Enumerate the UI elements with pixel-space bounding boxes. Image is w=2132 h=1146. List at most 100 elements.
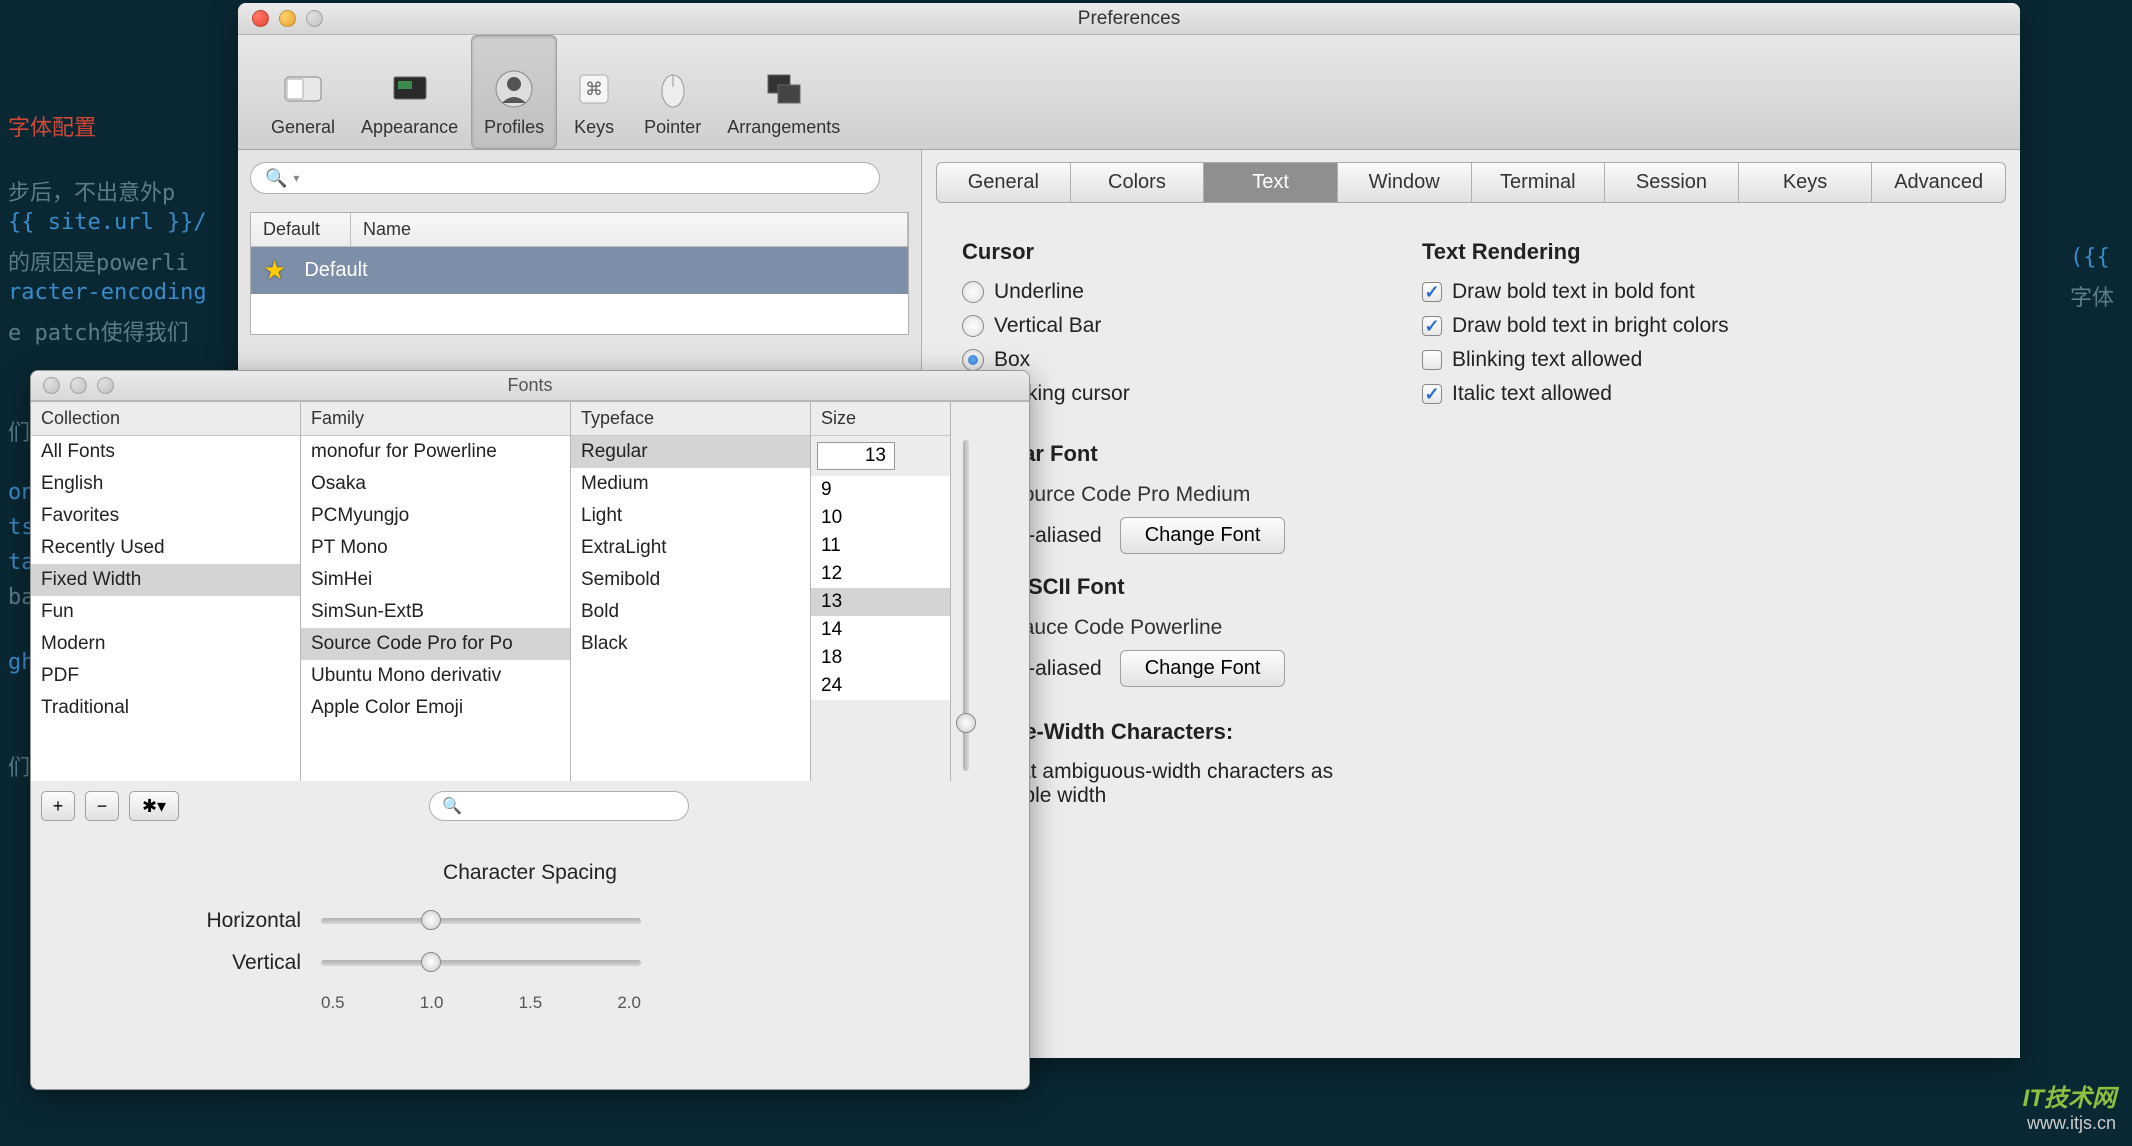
change-regular-font-button[interactable]: Change Font bbox=[1120, 517, 1286, 554]
list-item[interactable]: Traditional bbox=[31, 692, 300, 724]
display-icon bbox=[386, 65, 434, 113]
typeface-column: Typeface RegularMediumLightExtraLightSem… bbox=[571, 402, 811, 781]
list-item[interactable]: English bbox=[31, 468, 300, 500]
list-item[interactable]: Medium bbox=[571, 468, 810, 500]
titlebar[interactable]: Preferences bbox=[238, 3, 2020, 35]
list-item[interactable]: 13 bbox=[811, 588, 950, 616]
size-slider[interactable] bbox=[963, 440, 969, 771]
toolbar-pointer[interactable]: Pointer bbox=[631, 35, 714, 149]
close-icon[interactable] bbox=[252, 10, 269, 27]
bold-font[interactable]: Draw bold text in bold font bbox=[1422, 280, 1729, 304]
list-item[interactable]: All Fonts bbox=[31, 436, 300, 468]
list-item[interactable]: Apple Color Emoji bbox=[301, 692, 570, 724]
cursor-underline[interactable]: Underline bbox=[962, 280, 1362, 304]
list-item[interactable]: Favorites bbox=[31, 500, 300, 532]
list-item[interactable]: Ubuntu Mono derivativ bbox=[301, 660, 570, 692]
list-item[interactable]: PCMyungjo bbox=[301, 500, 570, 532]
list-item[interactable]: SimHei bbox=[301, 564, 570, 596]
size-slider-column bbox=[951, 402, 981, 781]
tick: 1.0 bbox=[420, 993, 444, 1013]
toolbar-appearance[interactable]: Appearance bbox=[348, 35, 471, 149]
list-item[interactable]: PT Mono bbox=[301, 532, 570, 564]
size-list[interactable]: 910111213141824 bbox=[811, 476, 950, 700]
tick: 2.0 bbox=[617, 993, 641, 1013]
cursor-vertical-bar[interactable]: Vertical Bar bbox=[962, 314, 1362, 338]
list-item[interactable]: PDF bbox=[31, 660, 300, 692]
fonts-titlebar[interactable]: Fonts bbox=[31, 371, 1029, 401]
list-item[interactable]: Light bbox=[571, 500, 810, 532]
chevron-down-icon: ▾ bbox=[293, 171, 299, 185]
minimize-icon[interactable] bbox=[70, 377, 87, 394]
slider-knob-icon[interactable] bbox=[421, 910, 441, 930]
window-title: Preferences bbox=[1078, 8, 1180, 30]
fonts-search[interactable]: 🔍 bbox=[429, 791, 689, 821]
profile-search[interactable]: 🔍 ▾ bbox=[250, 162, 880, 194]
minimize-icon[interactable] bbox=[279, 10, 296, 27]
toolbar-general[interactable]: General bbox=[258, 35, 348, 149]
list-item[interactable]: 18 bbox=[811, 644, 950, 672]
zoom-icon[interactable] bbox=[97, 377, 114, 394]
list-item[interactable]: Semibold bbox=[571, 564, 810, 596]
bright-colors[interactable]: Draw bold text in bright colors bbox=[1422, 314, 1729, 338]
list-item[interactable]: monofur for Powerline bbox=[301, 436, 570, 468]
list-item[interactable]: Black bbox=[571, 628, 810, 660]
tab-terminal[interactable]: Terminal bbox=[1472, 163, 1606, 202]
list-item[interactable]: 24 bbox=[811, 672, 950, 700]
vertical-slider[interactable] bbox=[321, 960, 641, 966]
list-item[interactable]: Source Code Pro for Po bbox=[301, 628, 570, 660]
family-list[interactable]: monofur for PowerlineOsakaPCMyungjoPT Mo… bbox=[301, 436, 570, 781]
list-item[interactable]: Bold bbox=[571, 596, 810, 628]
bg-text: 字体配置 bbox=[8, 110, 96, 142]
toolbar-profiles[interactable]: Profiles bbox=[471, 35, 557, 149]
list-item[interactable]: Fixed Width bbox=[31, 564, 300, 596]
list-item[interactable]: Osaka bbox=[301, 468, 570, 500]
list-item[interactable]: 11 bbox=[811, 532, 950, 560]
typeface-list[interactable]: RegularMediumLightExtraLightSemiboldBold… bbox=[571, 436, 810, 781]
slider-knob-icon[interactable] bbox=[421, 952, 441, 972]
content-area: General Colors Text Window Terminal Sess… bbox=[922, 150, 2020, 1058]
list-item[interactable]: Regular bbox=[571, 436, 810, 468]
remove-collection-button[interactable]: − bbox=[85, 791, 119, 821]
italic-text[interactable]: Italic text allowed bbox=[1422, 382, 1729, 406]
watermark-logo: IT技术网 bbox=[2023, 1078, 2116, 1113]
profile-row-default[interactable]: ★ Default bbox=[251, 247, 908, 294]
col-name[interactable]: Name bbox=[351, 213, 908, 246]
tab-keys[interactable]: Keys bbox=[1739, 163, 1873, 202]
label: Underline bbox=[994, 280, 1084, 304]
gear-icon: ✱▾ bbox=[142, 796, 166, 817]
list-item[interactable]: SimSun-ExtB bbox=[301, 596, 570, 628]
slider-knob-icon[interactable] bbox=[956, 713, 976, 733]
collection-list[interactable]: All FontsEnglishFavoritesRecently UsedFi… bbox=[31, 436, 300, 781]
tab-session[interactable]: Session bbox=[1605, 163, 1739, 202]
tab-text[interactable]: Text bbox=[1204, 163, 1338, 202]
profile-search-input[interactable] bbox=[305, 168, 865, 188]
character-spacing-title: Character Spacing bbox=[91, 861, 969, 885]
list-item[interactable]: 10 bbox=[811, 504, 950, 532]
toolbar-keys[interactable]: ⌘ Keys bbox=[557, 35, 631, 149]
list-item[interactable]: 9 bbox=[811, 476, 950, 504]
size-input[interactable] bbox=[817, 442, 895, 470]
list-item[interactable]: Recently Used bbox=[31, 532, 300, 564]
watermark: IT技术网 www.itjs.cn bbox=[2023, 1078, 2116, 1134]
list-item[interactable]: ExtraLight bbox=[571, 532, 810, 564]
add-collection-button[interactable]: + bbox=[41, 791, 75, 821]
tab-window[interactable]: Window bbox=[1338, 163, 1472, 202]
col-default[interactable]: Default bbox=[251, 213, 351, 246]
bg-text: racter-encoding bbox=[8, 280, 207, 305]
list-item[interactable]: Fun bbox=[31, 596, 300, 628]
horizontal-slider[interactable] bbox=[321, 918, 641, 924]
change-nonascii-font-button[interactable]: Change Font bbox=[1120, 650, 1286, 687]
list-item[interactable]: 14 bbox=[811, 616, 950, 644]
list-item[interactable]: Modern bbox=[31, 628, 300, 660]
fonts-footer: + − ✱▾ 🔍 bbox=[31, 781, 1029, 831]
toolbar-arrangements[interactable]: Arrangements bbox=[714, 35, 853, 149]
cursor-box[interactable]: Box bbox=[962, 348, 1362, 372]
list-item[interactable]: 12 bbox=[811, 560, 950, 588]
action-menu-button[interactable]: ✱▾ bbox=[129, 791, 179, 821]
tab-advanced[interactable]: Advanced bbox=[1872, 163, 2005, 202]
blinking-text[interactable]: Blinking text allowed bbox=[1422, 348, 1729, 372]
tab-colors[interactable]: Colors bbox=[1071, 163, 1205, 202]
zoom-icon[interactable] bbox=[306, 10, 323, 27]
tab-general[interactable]: General bbox=[937, 163, 1071, 202]
close-icon[interactable] bbox=[43, 377, 60, 394]
